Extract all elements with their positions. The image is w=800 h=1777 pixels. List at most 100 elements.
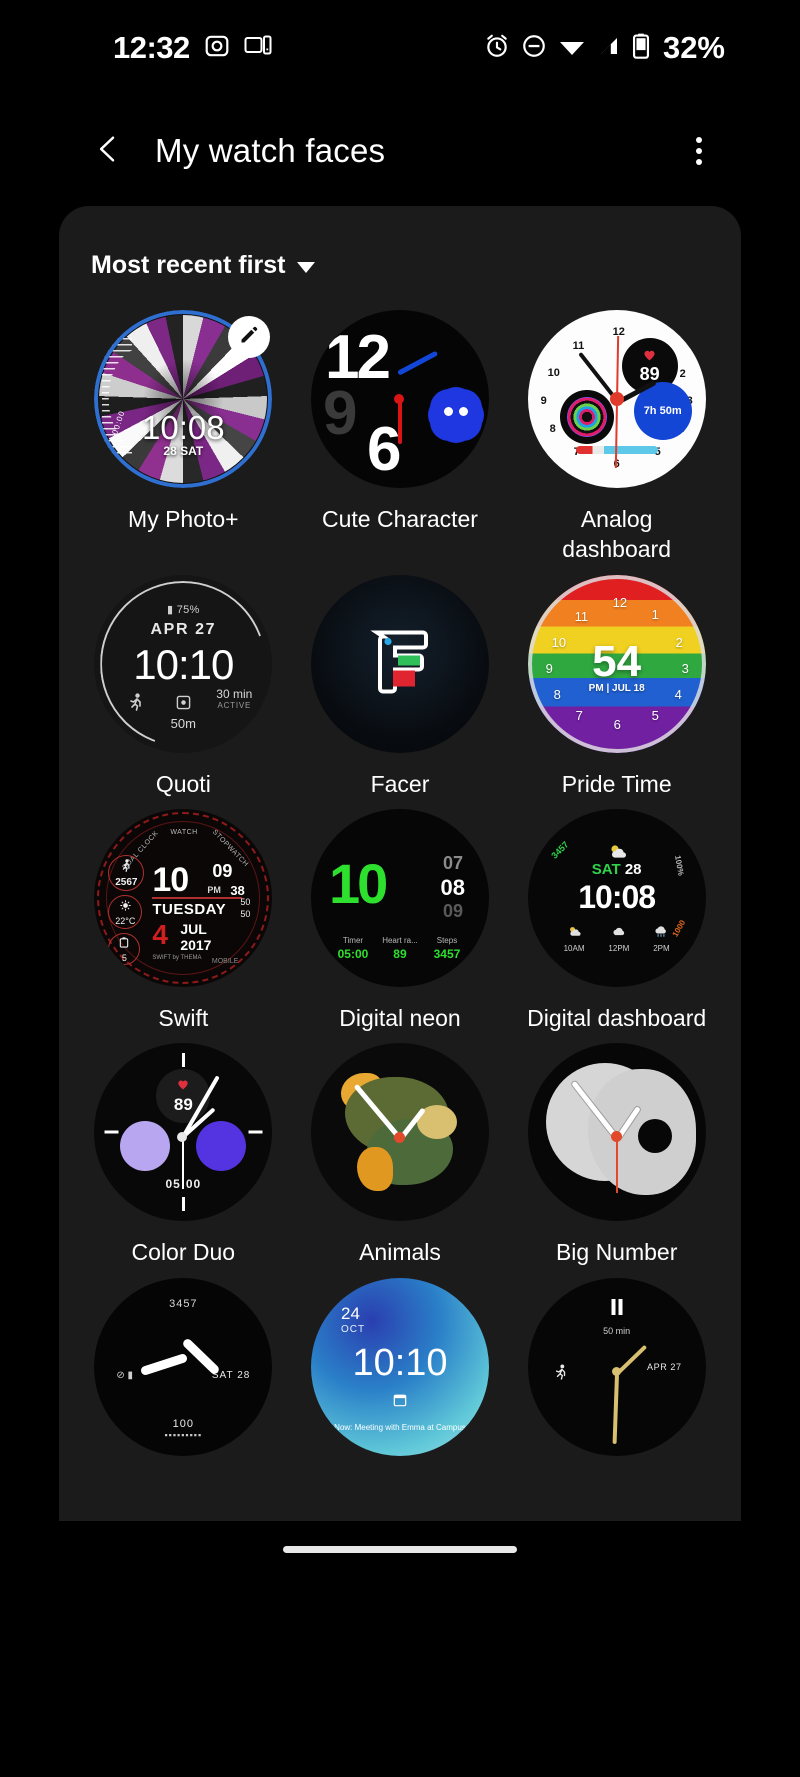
- neon-cell-label: Heart ra...: [382, 936, 418, 946]
- analog-center-hub: [609, 392, 624, 406]
- animals-accent-b: [356, 1147, 393, 1192]
- duo-major-tick-6: [181, 1197, 185, 1212]
- watch-face-item-digital-dashboard[interactable]: 3457 100% 1000 SAT 28 10:08 10AM 12PM 2P…: [508, 809, 725, 1033]
- duo-second-hand: [182, 1137, 185, 1190]
- watch-face-item-swift[interactable]: WATCH DUAL CLOCK STOPWATCH 2567 22°C 5 1…: [75, 809, 292, 1033]
- ddash-time: 10:08: [578, 879, 656, 916]
- watch-face-item-my-photo-plus[interactable]: 00:00 10:08 28 SAT My Photo+: [75, 310, 292, 565]
- cute-character-eye-right: [458, 407, 468, 416]
- watch-face-name: Pride Time: [561, 770, 672, 797]
- cute-hour-hand: [397, 350, 439, 376]
- home-indicator[interactable]: [283, 1545, 517, 1553]
- watch-face-item-cute-character[interactable]: 12 9 6 Cute Character: [292, 310, 509, 565]
- back-chevron-icon: [93, 132, 123, 171]
- watch-face-name: Digital dashboard: [527, 1005, 707, 1032]
- watch-face-name: Digital neon: [339, 1005, 461, 1032]
- neon-cell-value: 89: [393, 947, 407, 962]
- analog-numeral-8: 8: [549, 423, 556, 435]
- partial2-day: 24: [340, 1303, 360, 1323]
- swift-minute: 09: [212, 861, 233, 882]
- quoti-active-value: 30 min: [216, 686, 253, 701]
- swift-hour: 10: [152, 861, 189, 900]
- edit-watch-face-button[interactable]: [228, 316, 271, 358]
- watch-face-preview-wrap: ▮ 75% APR 27 10:10 30 min ACTIVE 50m: [94, 574, 273, 753]
- bignum-counter-hole: [637, 1119, 672, 1154]
- watch-face-item-facer[interactable]: Facer: [292, 574, 509, 799]
- partial2-time: 10:10: [352, 1341, 448, 1384]
- sort-dropdown[interactable]: Most recent first: [59, 238, 741, 292]
- neon-cell-label: Timer: [342, 936, 364, 946]
- neon-cell-timer: Timer 05:00: [327, 936, 379, 961]
- overflow-menu-icon-dot2: [696, 148, 702, 154]
- chevron-down-icon: [297, 261, 316, 273]
- analog-numeral-2: 2: [679, 368, 686, 380]
- smart-view-icon: [244, 33, 272, 64]
- cute-minute-hand: [397, 398, 402, 444]
- watch-face-item-color-duo[interactable]: 89 05:00 Color Duo: [75, 1043, 292, 1267]
- partial2-event: Now: Meeting with Emma at Campus: [334, 1423, 466, 1432]
- watch-face-preview-wrap: 24 OCT 10:10 Now: Meeting with Emma at C…: [310, 1277, 489, 1456]
- battery-dial-icon: [119, 935, 129, 953]
- neon-hour: 10: [328, 852, 388, 916]
- watch-face-preview: 24 OCT 10:10 Now: Meeting with Emma at C…: [310, 1277, 489, 1456]
- analog-numeral-11: 11: [572, 340, 585, 352]
- cloud-icon: [611, 924, 627, 941]
- watch-face-preview: 3457 100% 1000 SAT 28 10:08 10AM 12PM 2P…: [527, 809, 706, 988]
- watch-face-item-big-number[interactable]: Big Number: [508, 1043, 725, 1267]
- analog-sleep-value: 7h 50m: [643, 405, 682, 417]
- cute-digit-6: 6: [366, 415, 402, 484]
- pride-bezel: [527, 574, 706, 753]
- pencil-icon: [239, 325, 259, 350]
- app-bar: My watch faces: [47, 96, 753, 206]
- watch-face-preview-wrap: WATCH DUAL CLOCK STOPWATCH 2567 22°C 5 1…: [94, 809, 273, 988]
- ddash-forecast-time: 12PM: [608, 944, 630, 954]
- status-bar-right: 32%: [484, 30, 725, 66]
- watch-face-item-partial-3[interactable]: 50 min APR 27: [508, 1277, 725, 1472]
- activity-rings-icon: [566, 397, 607, 437]
- watch-face-item-partial-1[interactable]: 3457 ⊘ ▮ SAT 28 100 ▪▪▪▪▪▪▪▪▪: [75, 1277, 292, 1472]
- page-title: My watch faces: [155, 132, 386, 169]
- watch-face-item-digital-neon[interactable]: 10 07 08 09 Timer 05:00 Heart ra... 89 S…: [292, 809, 509, 1033]
- watch-face-preview: [310, 1043, 489, 1222]
- watch-face-name: Quoti: [155, 770, 211, 797]
- do-not-disturb-icon: [521, 33, 547, 64]
- watch-face-preview-wrap: 12 1 2 3 4 5 6 7 8 9 10 11 54 PM | JUL 1…: [527, 574, 706, 753]
- watch-face-preview: 12 1 2 3 4 5 6 7 8 9 10 11: [527, 310, 706, 488]
- running-icon: [128, 693, 144, 716]
- watch-face-preview-wrap: 3457 100% 1000 SAT 28 10:08 10AM 12PM 2P…: [527, 809, 706, 988]
- watch-face-name: Analog dashboard: [562, 506, 671, 563]
- partial1-left-icon: ⊘ ▮: [116, 1369, 133, 1381]
- neon-stack-3: 09: [442, 901, 463, 922]
- watch-face-preview: WATCH DUAL CLOCK STOPWATCH 2567 22°C 5 1…: [94, 809, 273, 988]
- partial1-steps: 3457: [169, 1297, 198, 1310]
- neon-cell-value: 3457: [433, 947, 461, 962]
- watch-face-item-animals[interactable]: Animals: [292, 1043, 509, 1267]
- analog-numeral-10: 10: [547, 367, 560, 379]
- back-button[interactable]: [81, 124, 135, 178]
- watch-face-item-partial-2[interactable]: 24 OCT 10:10 Now: Meeting with Emma at C…: [292, 1277, 509, 1472]
- watch-face-item-pride-time[interactable]: 12 1 2 3 4 5 6 7 8 9 10 11 54 PM | JUL 1…: [508, 574, 725, 799]
- ddash-forecast-item: 12PM: [608, 924, 629, 953]
- swift-year: 2017: [180, 937, 212, 954]
- watch-face-preview-wrap: 00:00 10:08 28 SAT: [94, 310, 273, 488]
- analog-numeral-9: 9: [540, 395, 547, 407]
- ddash-forecast: 10AM 12PM 2PM: [528, 924, 706, 953]
- swift-seconds: 38: [230, 883, 245, 899]
- sort-label: Most recent first: [91, 250, 286, 279]
- screen-recorder-icon: [204, 33, 230, 64]
- watch-face-item-quoti[interactable]: ▮ 75% APR 27 10:10 30 min ACTIVE 50m Quo…: [75, 574, 292, 799]
- swift-right-value-2: 50: [240, 909, 251, 920]
- partial2-month: OCT: [340, 1323, 366, 1335]
- heart-icon: [177, 1077, 189, 1095]
- neon-stack-2: 08: [440, 875, 465, 901]
- swift-divider: [152, 897, 243, 899]
- watch-face-item-analog-dashboard[interactable]: 12 1 2 3 4 5 6 7 8 9 10 11: [508, 310, 725, 565]
- quoti-date: APR 27: [150, 620, 217, 638]
- wifi-icon: [558, 34, 586, 63]
- overflow-menu-icon-dot3: [696, 159, 702, 165]
- overflow-menu-icon: [696, 137, 702, 143]
- status-time: 12:32: [113, 30, 190, 65]
- swift-right-value-1: 50: [240, 897, 251, 908]
- watch-face-name: Swift: [158, 1005, 209, 1032]
- overflow-menu-button[interactable]: [675, 124, 723, 178]
